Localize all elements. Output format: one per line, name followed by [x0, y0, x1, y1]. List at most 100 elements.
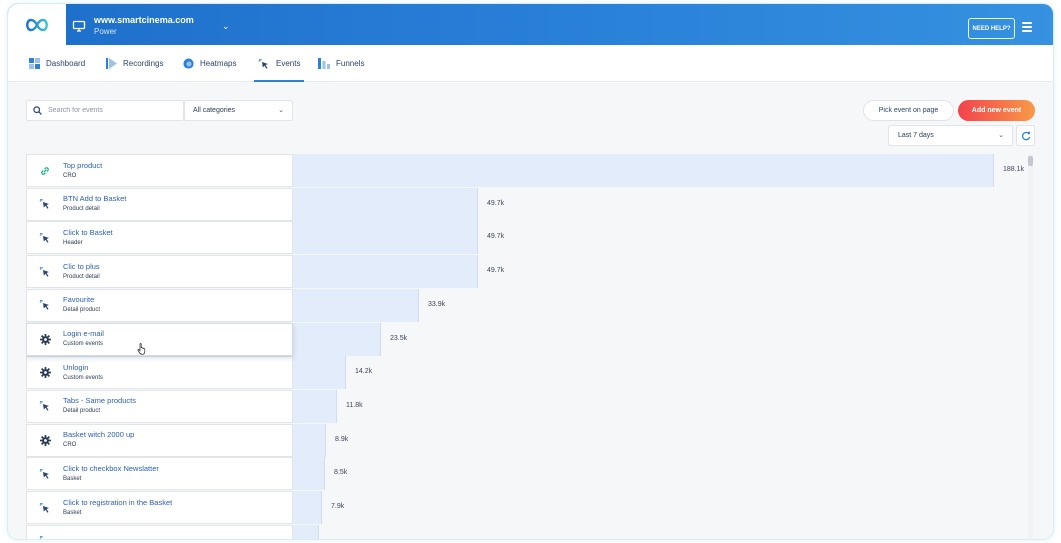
top-header: www.smartcinema.com Power ⌄ NEED HELP?: [8, 4, 1053, 45]
event-names: Click to checkbox Newslatter Basket: [63, 464, 159, 484]
tab-label: Funnels: [336, 59, 365, 68]
chevron-down-icon: ⌄: [998, 132, 1004, 139]
event-names: Login e-mail Custom events: [63, 329, 104, 349]
event-count-value: 8.9k: [335, 435, 349, 443]
click-icon: [27, 266, 63, 278]
event-names: Click to Basket Header: [63, 228, 113, 248]
tab-recordings[interactable]: Recordings: [105, 45, 163, 82]
gear-icon: [27, 434, 63, 446]
tab-dashboard[interactable]: Dashboard: [28, 45, 85, 82]
event-row[interactable]: Favourite Detail product 33.9k: [26, 288, 1026, 322]
event-count-bar: [293, 423, 326, 457]
event-name[interactable]: Click to registration in the Basket: [63, 498, 172, 508]
event-cell[interactable]: BTN Add to Basket Product detail: [26, 187, 293, 221]
main-nav: Dashboard Recordings Heatmaps Events Fun…: [8, 45, 1053, 82]
event-cell[interactable]: Basket witch 2000 up CRO: [26, 423, 293, 457]
event-cell[interactable]: Click to registration in the Basket Baske…: [26, 491, 293, 524]
event-row[interactable]: Top product CRO 188.1k: [26, 154, 1026, 187]
event-row[interactable]: Clic to plus Product detail 49.7k: [26, 255, 1026, 289]
category-select[interactable]: All categories ⌄: [184, 100, 293, 121]
event-count-bar: [293, 491, 322, 524]
gear-icon: [27, 333, 63, 345]
hand-cursor-icon: [137, 343, 146, 355]
tab-label: Dashboard: [46, 59, 86, 68]
event-row[interactable]: Basket witch 2000 up CRO 8.9k: [26, 423, 1026, 457]
event-name[interactable]: Clic to plus: [63, 262, 100, 272]
site-selector[interactable]: www.smartcinema.com Power ⌄: [72, 12, 232, 40]
event-names: Favourite Detail product: [63, 295, 100, 315]
search-input[interactable]: [48, 107, 168, 114]
refresh-button[interactable]: [1016, 125, 1035, 146]
click-icon: [27, 400, 63, 412]
event-count-value: 49.7k: [487, 199, 505, 207]
event-row[interactable]: Tabs - Same products Detail product 11.8k: [26, 389, 1026, 423]
event-cell[interactable]: Clic to plus Product detail: [26, 255, 293, 289]
event-category: CRO: [63, 172, 77, 179]
event-cell[interactable]: Click to Basket Header: [26, 221, 293, 255]
event-row[interactable]: Login e-mail Custom events 23.5k: [26, 322, 1026, 356]
click-icon: [27, 198, 63, 210]
event-category: Detail product: [63, 408, 101, 415]
funnel-icon: [318, 58, 330, 70]
event-cell[interactable]: Unlogin Custom events: [26, 356, 293, 390]
site-url: www.smartcinema.com: [94, 15, 194, 25]
event-category: Product detail: [63, 206, 100, 213]
event-category: Basket: [63, 475, 82, 482]
need-help-button[interactable]: NEED HELP?: [968, 18, 1015, 39]
tab-events[interactable]: Events: [253, 45, 305, 82]
event-count-value: 33.9k: [428, 300, 446, 308]
event-names: Tabs - Same products Detail product: [63, 396, 136, 416]
link-icon: [27, 165, 63, 177]
event-row[interactable]: Click to checkbox Newslatter Basket 8.5k: [26, 457, 1026, 491]
event-count-bar: [293, 356, 346, 390]
event-name[interactable]: Unlogin: [63, 363, 103, 373]
event-category: Custom events: [63, 374, 104, 381]
event-name[interactable]: Tabs - Same products: [63, 396, 136, 406]
event-row[interactable]: Click to registration in the Basket Baske…: [26, 491, 1026, 524]
date-range-select[interactable]: Last 7 days ⌄: [888, 125, 1013, 146]
event-name[interactable]: Top product: [63, 161, 102, 171]
event-row[interactable]: BTN Add to Basket Product detail 49.7k: [26, 187, 1026, 221]
scrollbar-thumb[interactable]: [1028, 156, 1033, 166]
event-category: Custom events: [63, 341, 104, 347]
event-row[interactable]: Unlogin Custom events 14.2k: [26, 356, 1026, 390]
click-icon: [27, 535, 63, 539]
event-cell[interactable]: Tabs - Same products Detail product: [26, 389, 293, 423]
logo[interactable]: [8, 4, 66, 45]
event-cell[interactable]: Favourite Detail product: [26, 288, 293, 322]
search-box: [26, 100, 184, 121]
chevron-down-icon: ⌄: [278, 107, 284, 114]
event-names: Top product CRO: [63, 161, 102, 181]
add-new-event-button[interactable]: Add new event: [958, 100, 1035, 121]
menu-icon[interactable]: [1022, 22, 1032, 32]
infinity-logo-icon: [26, 18, 48, 31]
event-cell[interactable]: [26, 524, 293, 539]
event-list: Top product CRO 188.1k BTN Add to Basket Pro…: [26, 154, 1026, 539]
event-row[interactable]: Click to Basket Header 49.7k: [26, 221, 1026, 255]
event-name[interactable]: Click to Basket: [63, 228, 113, 238]
event-cell[interactable]: Click to checkbox Newslatter Basket: [26, 457, 293, 491]
event-name[interactable]: BTN Add to Basket: [63, 194, 126, 204]
event-cell[interactable]: Top product CRO: [26, 154, 293, 187]
tab-funnels[interactable]: Funnels: [318, 45, 364, 82]
event-cell[interactable]: Login e-mail Custom events: [26, 322, 293, 356]
scrollbar[interactable]: [1028, 154, 1033, 539]
event-category: Detail product: [63, 307, 101, 314]
tab-heatmaps[interactable]: Heatmaps: [182, 45, 236, 82]
dashboard-icon: [28, 58, 40, 70]
site-plan: Power: [94, 27, 117, 36]
event-category: CRO: [63, 442, 77, 449]
event-category: Basket: [63, 509, 82, 516]
event-names: BTN Add to Basket Product detail: [63, 194, 126, 214]
event-name[interactable]: Login e-mail: [63, 329, 104, 339]
event-count-bar: [293, 187, 478, 221]
event-count-bar: [293, 154, 994, 187]
event-count-value: 49.7k: [487, 233, 505, 241]
event-name[interactable]: Click to checkbox Newslatter: [63, 464, 159, 474]
event-name[interactable]: Favourite: [63, 295, 100, 305]
click-icon: [27, 299, 63, 311]
event-row[interactable]: [26, 524, 1026, 539]
event-count-bar: [293, 288, 419, 322]
pick-event-button[interactable]: Pick event on page: [863, 100, 954, 121]
event-name[interactable]: Basket witch 2000 up: [63, 430, 134, 440]
